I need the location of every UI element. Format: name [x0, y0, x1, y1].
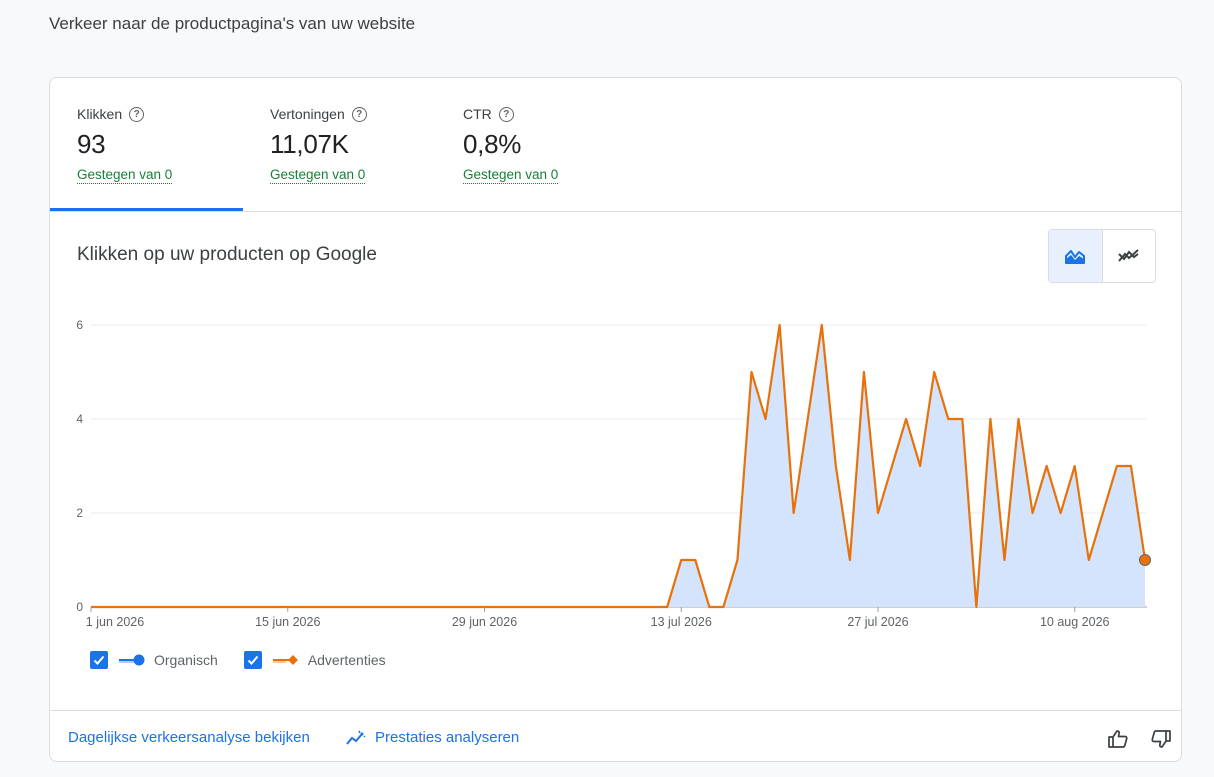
- x-tick-label: 27 jul 2026: [847, 615, 908, 629]
- checkbox-advertenties[interactable]: [243, 651, 262, 669]
- advertenties-swatch-icon: [272, 655, 298, 665]
- check-icon: [247, 655, 259, 665]
- x-tick-label: 1 jun 2026: [86, 615, 144, 629]
- analyze-label: Prestaties analyseren: [375, 729, 520, 746]
- analytics-icon: [346, 730, 366, 745]
- check-icon: [93, 655, 105, 665]
- clicks-chart: 0 2 4 6 1 jun 2026 15 jun 2026 29 jun 2026 13 j…: [76, 318, 1151, 629]
- traffic-card: Klikken ? 93 Gestegen van 0 Vertoningen …: [49, 77, 1182, 762]
- x-tick-label: 13 jul 2026: [651, 615, 712, 629]
- daily-analysis-link[interactable]: Dagelijkse verkeersanalyse bekijken: [68, 729, 310, 746]
- analyze-performance-link[interactable]: Prestaties analyseren: [346, 729, 519, 746]
- x-tick-label: 15 jun 2026: [255, 615, 320, 629]
- y-tick-label: 6: [76, 318, 83, 332]
- x-tick-label: 10 aug 2026: [1040, 615, 1110, 629]
- y-tick-label: 4: [76, 412, 83, 426]
- legend-label: Organisch: [154, 652, 218, 668]
- y-tick-label: 2: [76, 506, 83, 520]
- organisch-swatch-icon: [119, 654, 145, 666]
- legend: Organisch Advertenties: [90, 651, 412, 669]
- x-tick-label: 29 jun 2026: [452, 615, 517, 629]
- legend-label: Advertenties: [307, 652, 386, 668]
- legend-item-advertenties[interactable]: Advertenties: [243, 651, 386, 669]
- y-tick-label: 0: [76, 600, 83, 614]
- thumbs-up-icon[interactable]: [1107, 729, 1129, 749]
- thumbs-down-icon[interactable]: [1150, 729, 1172, 749]
- card-footer: Dagelijkse verkeersanalyse bekijken Pres…: [50, 710, 1181, 764]
- checkbox-organisch[interactable]: [90, 651, 108, 669]
- legend-item-organisch[interactable]: Organisch: [90, 651, 218, 669]
- page-title: Verkeer naar de productpagina's van uw w…: [49, 14, 416, 33]
- last-point-marker: [1139, 554, 1151, 566]
